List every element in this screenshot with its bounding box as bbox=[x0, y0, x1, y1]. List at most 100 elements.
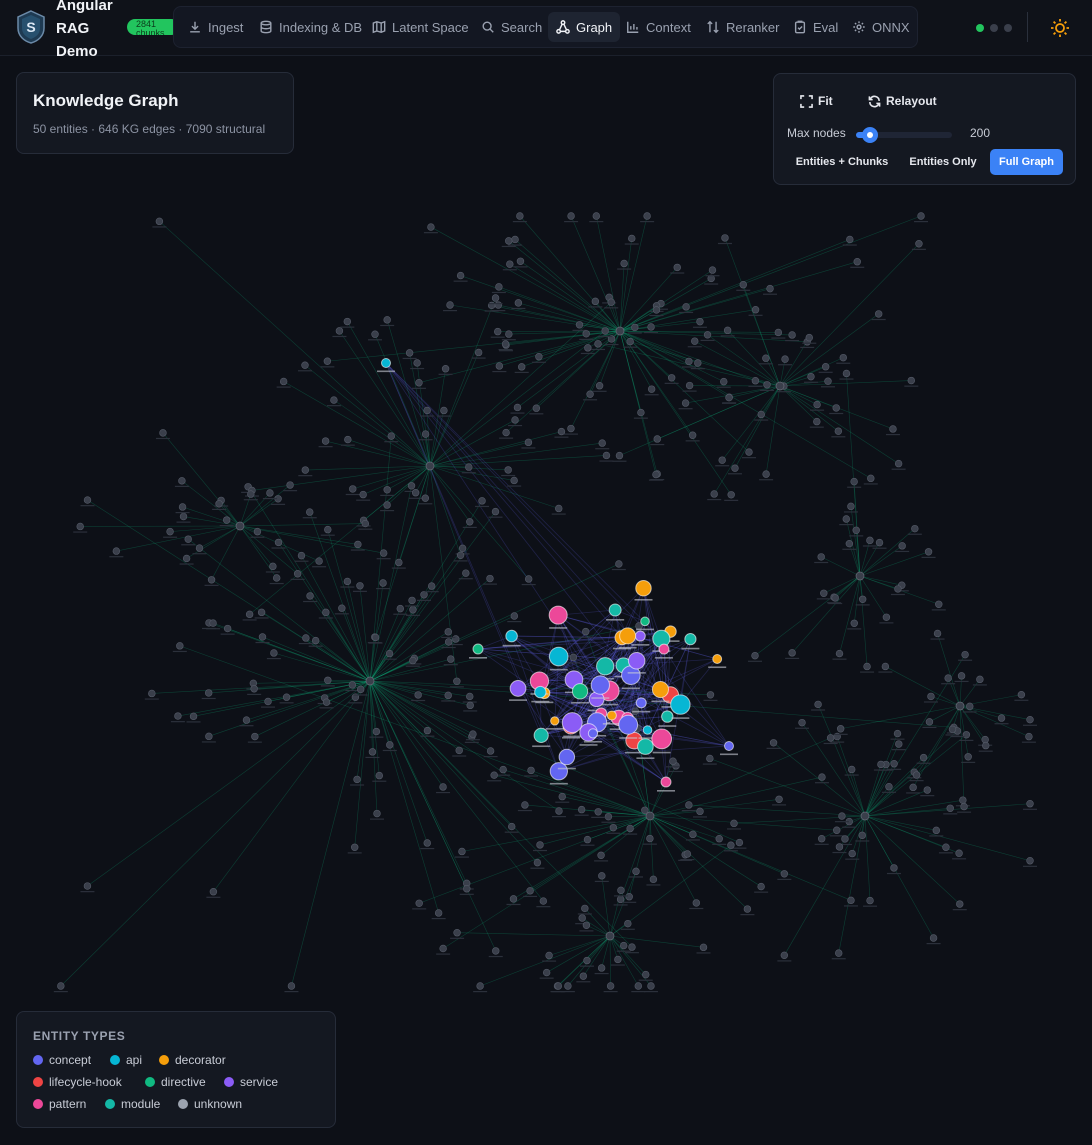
tab-reranker[interactable]: Reranker bbox=[698, 12, 787, 42]
tab-ingest[interactable]: Ingest bbox=[180, 12, 251, 42]
structural-edge bbox=[864, 733, 898, 817]
chunk-label bbox=[529, 413, 544, 415]
chunk-label bbox=[712, 843, 727, 845]
chunk-node bbox=[927, 692, 935, 701]
chunk-node bbox=[536, 841, 544, 849]
chunk-label bbox=[844, 774, 859, 776]
chunk-node bbox=[356, 685, 365, 694]
chunk-label bbox=[290, 578, 305, 580]
chunk-node bbox=[647, 385, 656, 393]
structural-edge bbox=[369, 680, 460, 751]
chunk-label bbox=[845, 858, 860, 860]
mode-entities-only-button[interactable]: Entities Only bbox=[904, 149, 982, 175]
chunk-label bbox=[776, 391, 791, 393]
legend-swatch bbox=[105, 1099, 115, 1109]
chunk-label bbox=[243, 499, 258, 501]
chunk-node bbox=[762, 470, 770, 478]
chunk-node bbox=[581, 904, 589, 913]
chunk-node bbox=[532, 404, 541, 412]
chunk-node bbox=[852, 526, 860, 534]
structural-edge bbox=[836, 736, 866, 817]
chunk-node bbox=[798, 718, 806, 727]
chunk-label bbox=[533, 849, 548, 852]
mode-full-graph-button[interactable]: Full Graph bbox=[990, 149, 1063, 175]
chunk-label bbox=[441, 700, 456, 702]
app-logo-icon[interactable]: S bbox=[16, 10, 46, 44]
chunk-node bbox=[545, 951, 553, 960]
entity-label bbox=[631, 644, 650, 646]
entity-label bbox=[591, 697, 610, 699]
tab-context[interactable]: Context bbox=[618, 12, 699, 42]
tab-indexing-db[interactable]: Indexing & DB bbox=[251, 12, 370, 42]
chunk-label bbox=[579, 930, 594, 932]
chunk-node bbox=[215, 500, 223, 508]
structural-edge bbox=[291, 680, 371, 987]
chunk-node bbox=[462, 569, 470, 577]
chunk-label bbox=[722, 402, 737, 404]
chunk-node bbox=[440, 406, 448, 415]
tab-eval[interactable]: Eval bbox=[785, 12, 846, 42]
chunk-node bbox=[178, 503, 187, 511]
chunk-label bbox=[517, 809, 532, 812]
slider-handle[interactable] bbox=[861, 127, 878, 143]
chunk-node bbox=[242, 716, 251, 724]
entity-node bbox=[590, 675, 610, 695]
chunk-label bbox=[53, 991, 68, 993]
chunk-node bbox=[351, 843, 359, 851]
chunk-node bbox=[626, 337, 634, 346]
entity-label bbox=[549, 668, 568, 671]
chunk-label bbox=[591, 348, 606, 351]
chunk-label bbox=[890, 738, 905, 740]
chunk-label bbox=[298, 642, 313, 645]
chunk-node bbox=[881, 662, 890, 671]
structural-edge bbox=[821, 556, 861, 577]
chunk-label bbox=[513, 266, 528, 268]
chunk-label bbox=[475, 505, 490, 508]
structural-edge bbox=[162, 432, 241, 527]
chunk-node bbox=[805, 333, 813, 342]
chunk-node bbox=[956, 900, 964, 908]
entity-node bbox=[561, 712, 583, 734]
tab-latent-space[interactable]: Latent Space bbox=[364, 12, 477, 42]
chunk-label bbox=[368, 339, 383, 341]
chunk-node bbox=[409, 656, 417, 665]
chunk-node bbox=[757, 882, 765, 891]
chunk-label bbox=[461, 472, 476, 474]
chunk-node bbox=[182, 554, 191, 563]
chunk-label bbox=[560, 991, 575, 993]
chunk-label bbox=[931, 609, 946, 611]
chunk-label bbox=[803, 381, 818, 383]
chunk-node bbox=[745, 448, 753, 456]
chunk-label bbox=[800, 346, 815, 349]
chunk-node bbox=[858, 595, 867, 603]
chunk-label bbox=[279, 702, 294, 704]
tab-onnx[interactable]: ONNX bbox=[844, 12, 918, 42]
chunk-node bbox=[882, 613, 891, 621]
chunk-label bbox=[186, 721, 201, 723]
chunk-label bbox=[961, 761, 976, 763]
chunk-node bbox=[682, 303, 690, 311]
chunk-node bbox=[293, 570, 302, 578]
relayout-button[interactable]: Relayout bbox=[868, 94, 937, 108]
legend-label: directive bbox=[161, 1075, 206, 1089]
chunk-node bbox=[258, 633, 267, 641]
structural-edge bbox=[779, 385, 899, 464]
max-nodes-slider[interactable] bbox=[856, 127, 952, 143]
mode-entities-chunks-button[interactable]: Entities + Chunks bbox=[788, 149, 896, 175]
knowledge-graph-canvas[interactable] bbox=[0, 56, 1092, 1145]
entity-label bbox=[708, 666, 727, 669]
structural-edge bbox=[170, 525, 241, 532]
chunk-label bbox=[384, 441, 399, 443]
chunk-label bbox=[692, 326, 707, 328]
chunk-label bbox=[405, 614, 420, 616]
chunk-label bbox=[453, 280, 468, 282]
chunk-label bbox=[352, 590, 367, 592]
chunk-node bbox=[898, 542, 906, 550]
tab-graph[interactable]: Graph bbox=[548, 12, 621, 42]
tab-search[interactable]: Search bbox=[473, 12, 550, 42]
chunk-node bbox=[159, 429, 167, 437]
sun-icon[interactable] bbox=[1049, 17, 1071, 39]
structural-edge bbox=[707, 334, 781, 387]
fit-button[interactable]: Fit bbox=[800, 94, 833, 108]
chunk-label bbox=[80, 505, 95, 507]
